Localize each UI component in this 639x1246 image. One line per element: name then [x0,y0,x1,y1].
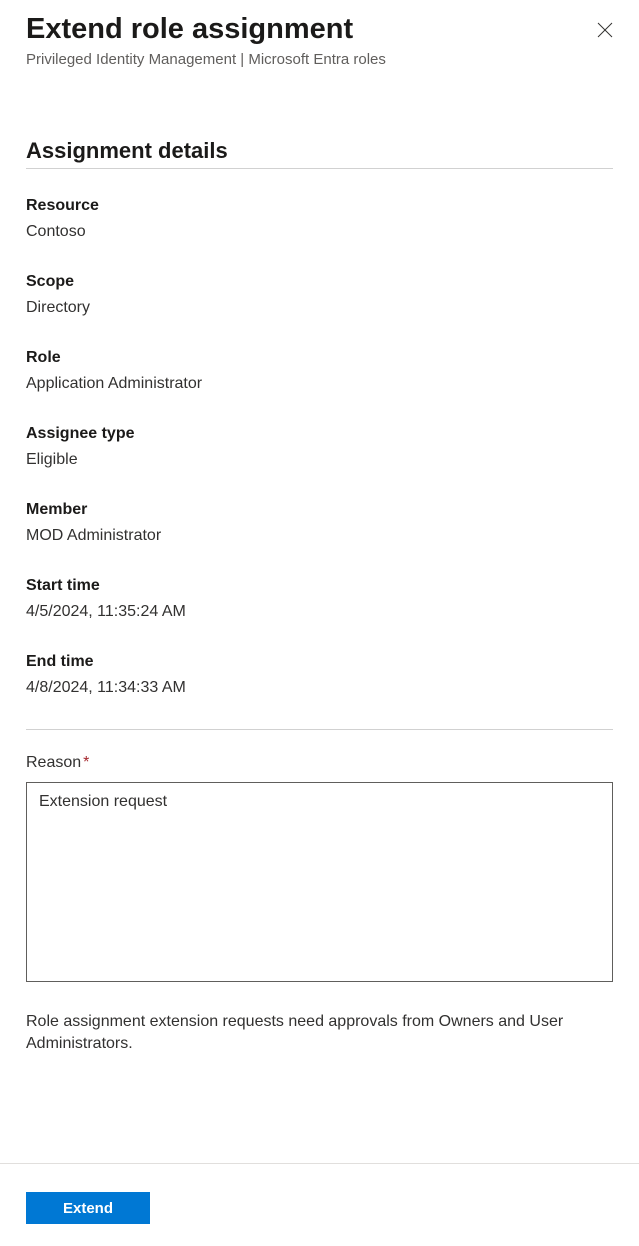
assignment-details: Resource Contoso Scope Directory Role Ap… [26,197,613,697]
helper-text: Role assignment extension requests need … [26,1011,613,1056]
assignee-type-label: Assignee type [26,425,613,443]
extend-button[interactable]: Extend [26,1192,150,1224]
close-icon [597,22,613,38]
scope-label: Scope [26,273,613,291]
resource-label: Resource [26,197,613,215]
start-time-label: Start time [26,577,613,595]
footer: Extend [0,1163,639,1246]
reason-input[interactable] [26,782,613,982]
close-button[interactable] [593,18,617,45]
scope-value: Directory [26,299,613,317]
start-time-value: 4/5/2024, 11:35:24 AM [26,603,613,621]
section-title: Assignment details [26,138,613,169]
reason-label: Reason* [26,754,613,772]
assignee-type-value: Eligible [26,451,613,469]
end-time-label: End time [26,653,613,671]
role-label: Role [26,349,613,367]
member-label: Member [26,501,613,519]
role-value: Application Administrator [26,375,613,393]
member-value: MOD Administrator [26,527,613,545]
reason-label-text: Reason [26,754,81,771]
panel-subtitle: Privileged Identity Management | Microso… [26,51,613,68]
panel-title: Extend role assignment [26,12,353,47]
resource-value: Contoso [26,223,613,241]
end-time-value: 4/8/2024, 11:34:33 AM [26,679,613,697]
divider [26,729,613,730]
required-indicator: * [83,754,89,771]
